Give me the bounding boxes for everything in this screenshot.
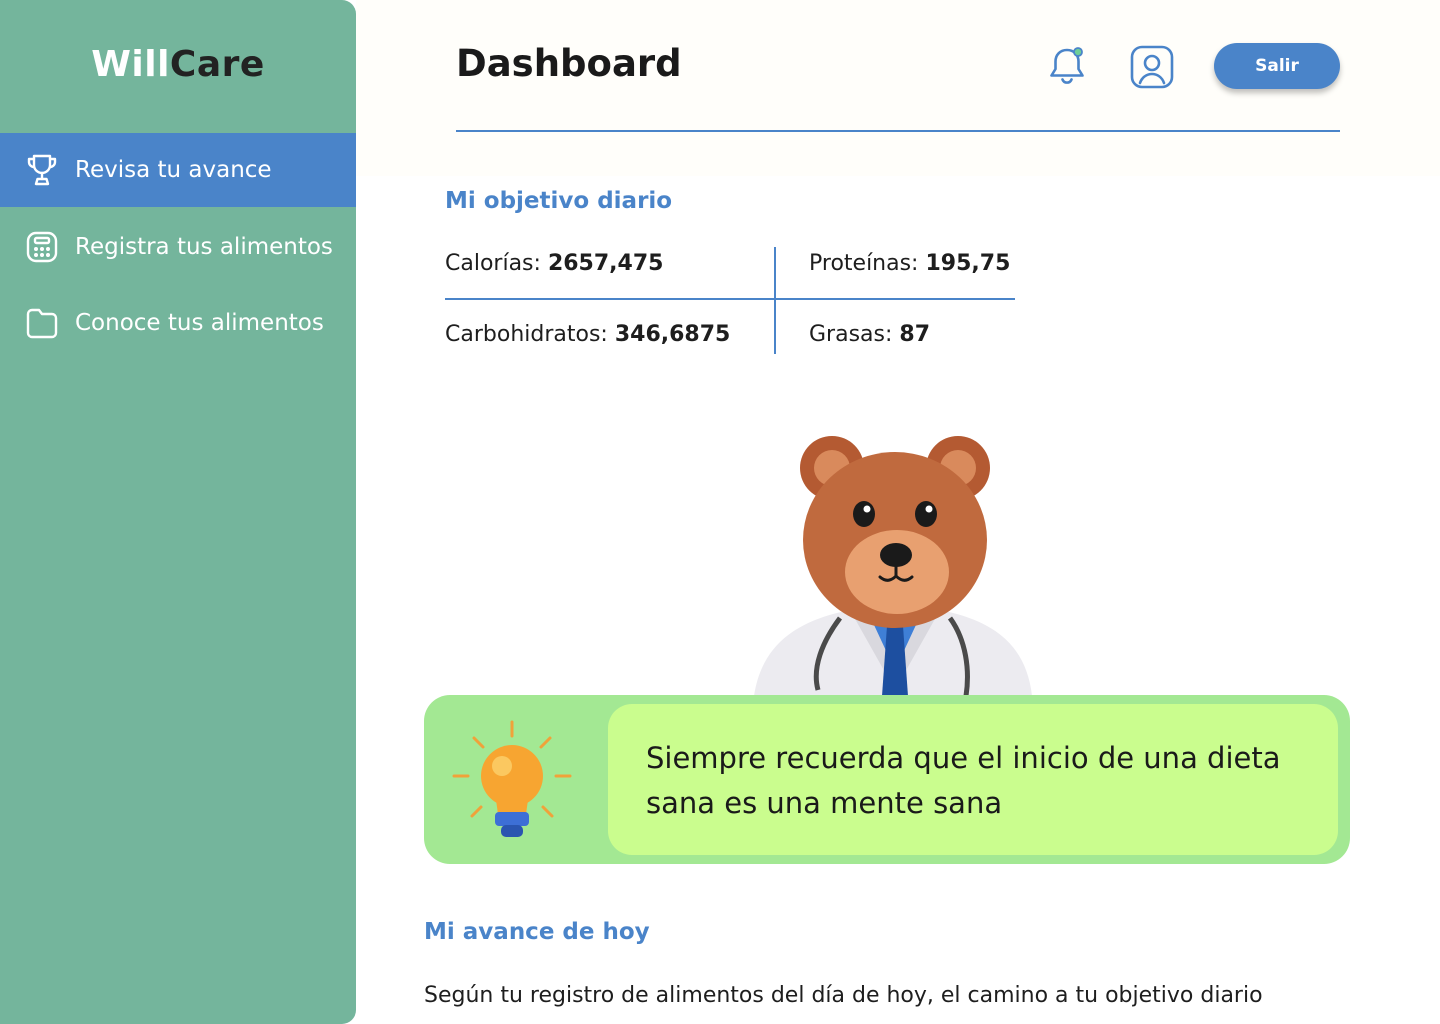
goal-proteins: Proteínas: 195,75 bbox=[809, 251, 1010, 276]
goal-proteins-label: Proteínas: bbox=[809, 251, 919, 276]
goal-calories-value: 2657,475 bbox=[547, 251, 664, 276]
lightbulb-icon bbox=[452, 718, 572, 844]
logo-part-will: Will bbox=[91, 44, 170, 85]
app-logo: WillCare bbox=[0, 44, 356, 85]
sidebar-item-label: Revisa tu avance bbox=[75, 157, 272, 183]
sidebar: WillCare Revisa tu avance Registra tus a… bbox=[0, 0, 356, 1024]
goal-proteins-value: 195,75 bbox=[925, 251, 1011, 276]
goal-grid-vertical-divider bbox=[774, 247, 776, 354]
bell-icon[interactable] bbox=[1045, 44, 1089, 88]
user-profile-icon[interactable] bbox=[1129, 44, 1175, 90]
goal-carbs-value: 346,6875 bbox=[614, 322, 731, 347]
goal-fats-value: 87 bbox=[899, 322, 931, 347]
sidebar-item-registra-tus-alimentos[interactable]: Registra tus alimentos bbox=[0, 210, 356, 284]
progress-title: Mi avance de hoy bbox=[424, 919, 650, 945]
progress-text: Según tu registro de alimentos del día d… bbox=[424, 983, 1263, 1008]
page-title: Dashboard bbox=[456, 42, 682, 85]
folder-icon bbox=[24, 305, 60, 341]
logout-button[interactable]: Salir bbox=[1214, 43, 1340, 89]
goal-fats: Grasas: 87 bbox=[809, 322, 930, 347]
sidebar-item-revisa-tu-avance[interactable]: Revisa tu avance bbox=[0, 133, 356, 207]
bear-doctor-illustration bbox=[740, 420, 1050, 697]
sidebar-item-conoce-tus-alimentos[interactable]: Conoce tus alimentos bbox=[0, 286, 356, 360]
header-divider bbox=[456, 130, 1340, 132]
goal-grid-horizontal-divider bbox=[445, 298, 1015, 300]
goal-fats-label: Grasas: bbox=[809, 322, 893, 347]
goal-calories-label: Calorías: bbox=[445, 251, 541, 276]
calculator-icon bbox=[24, 229, 60, 265]
trophy-icon bbox=[24, 152, 60, 188]
goal-calories: Calorías: 2657,475 bbox=[445, 251, 663, 276]
sidebar-item-label: Conoce tus alimentos bbox=[75, 310, 324, 336]
tip-text: Siempre recuerda que el inicio de una di… bbox=[646, 741, 1281, 820]
daily-goal-title: Mi objetivo diario bbox=[445, 188, 673, 214]
goal-carbs: Carbohidratos: 346,6875 bbox=[445, 322, 730, 347]
sidebar-item-label: Registra tus alimentos bbox=[75, 234, 333, 260]
logo-part-care: Care bbox=[169, 44, 265, 85]
goal-carbs-label: Carbohidratos: bbox=[445, 322, 608, 347]
